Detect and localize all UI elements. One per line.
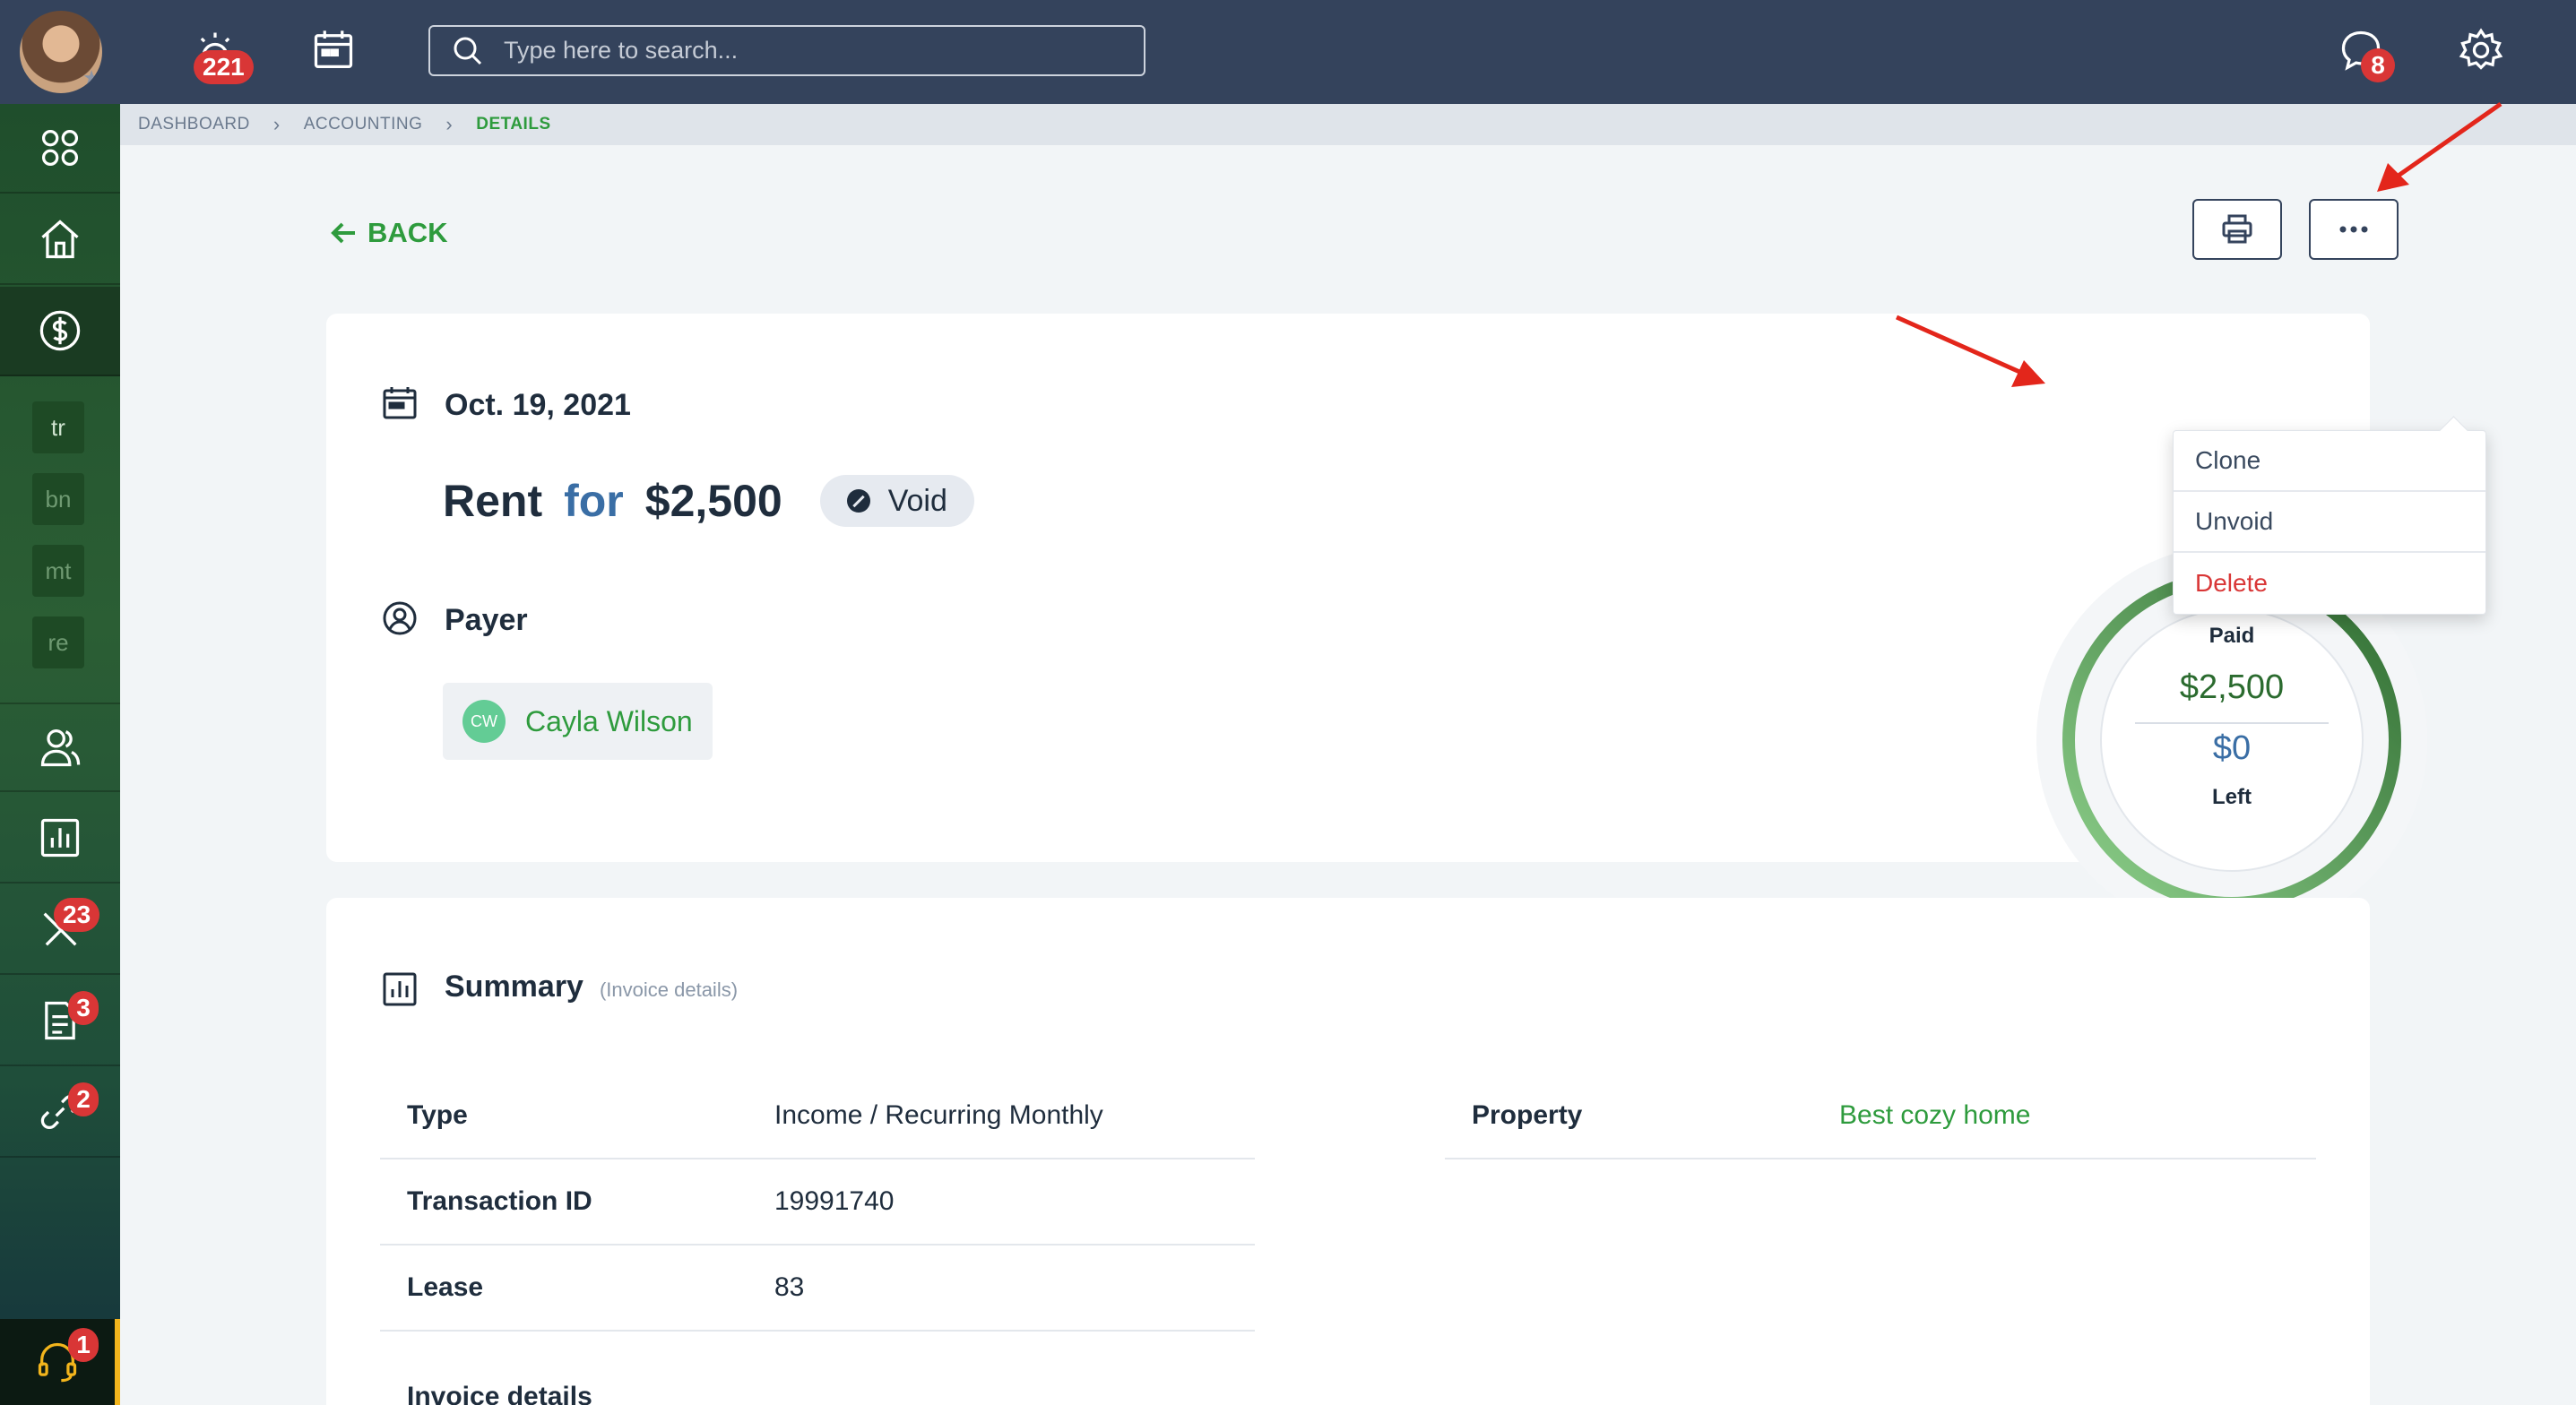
payer-label: Payer <box>445 603 528 637</box>
chevron-right-icon: › <box>445 113 454 135</box>
sidebar-item-links[interactable]: 2 <box>0 1068 120 1158</box>
breadcrumb: DASHBOARD › ACCOUNTING › DETAILS <box>120 104 2576 145</box>
sidebar-item-apps[interactable] <box>0 104 120 194</box>
top-bar: ★ 221 8 <box>0 0 2576 104</box>
summary-key: Lease <box>407 1272 484 1302</box>
back-button[interactable]: BACK <box>330 217 448 249</box>
printer-icon <box>2222 214 2252 244</box>
more-options-menu: Clone Unvoid Delete <box>2173 430 2486 615</box>
summary-row: Property Best cozy home <box>1445 1073 2316 1159</box>
users-icon <box>40 728 81 767</box>
payer-avatar: CW <box>462 700 506 743</box>
paid-label: Paid <box>2209 624 2255 648</box>
support-badge: 1 <box>68 1328 99 1362</box>
status-badge: Void <box>819 475 974 527</box>
property-link[interactable]: Best cozy home <box>1839 1100 2030 1131</box>
notifications-button[interactable]: 221 <box>188 23 254 84</box>
gear-icon <box>2459 28 2503 70</box>
dollar-circle-icon <box>39 310 81 351</box>
search-icon <box>454 37 482 65</box>
more-options-button[interactable] <box>2309 199 2399 260</box>
sidebar-chip-tr[interactable]: tr <box>32 401 84 453</box>
bar-chart-icon <box>40 818 80 858</box>
main-content: BACK Oct. 19, 2021 Rent for $2,500 Void … <box>120 145 2576 1405</box>
void-icon <box>846 489 870 513</box>
summary-subtitle: (Invoice details) <box>599 978 739 1001</box>
calendar-icon <box>380 384 419 427</box>
summary-key: Type <box>407 1100 468 1130</box>
sidebar-item-home[interactable] <box>0 195 120 285</box>
left-label: Left <box>2212 785 2252 809</box>
maintenance-badge: 23 <box>54 898 100 932</box>
breadcrumb-dashboard[interactable]: DASHBOARD <box>138 115 250 134</box>
home-icon <box>41 220 79 259</box>
sidebar-chip-mt[interactable]: mt <box>32 545 84 597</box>
transaction-amount: $2,500 <box>644 476 782 526</box>
sidebar-item-maintenance[interactable]: 23 <box>0 885 120 975</box>
breadcrumb-accounting[interactable]: ACCOUNTING <box>304 115 423 134</box>
left-amount: $0 <box>2212 729 2252 767</box>
arrow-left-icon <box>331 222 355 244</box>
sidebar: tr bn mt re 23 3 2 <box>0 104 120 1405</box>
chevron-right-icon: › <box>272 113 281 135</box>
summary-row: Lease 83 <box>380 1246 1255 1332</box>
breadcrumb-details: DETAILS <box>476 115 551 134</box>
transaction-card: Oct. 19, 2021 Rent for $2,500 Void Payer… <box>326 314 2427 935</box>
calendar-icon <box>314 30 353 69</box>
payer-chip[interactable]: CW Cayla Wilson <box>443 683 713 760</box>
paid-amount: $2,500 <box>2179 668 2285 706</box>
summary-title: Summary <box>445 970 583 1004</box>
menu-item-delete[interactable]: Delete <box>2174 553 2485 614</box>
transaction-date: Oct. 19, 2021 <box>445 388 631 422</box>
summary-row: Transaction ID 19991740 <box>380 1159 1255 1246</box>
for-word: for <box>564 476 624 526</box>
sidebar-item-people[interactable] <box>0 702 120 792</box>
sidebar-item-documents[interactable]: 3 <box>0 977 120 1066</box>
summary-value: Income / Recurring Monthly <box>774 1100 1103 1130</box>
summary-header: Summary (Invoice details) <box>380 970 738 1013</box>
calendar-button[interactable] <box>307 23 360 77</box>
sidebar-item-accounting[interactable] <box>0 287 120 376</box>
menu-item-clone[interactable]: Clone <box>2174 431 2485 492</box>
bar-chart-icon <box>380 970 419 1013</box>
print-button[interactable] <box>2192 199 2282 260</box>
pin-icon: ★ <box>82 66 100 89</box>
search-input[interactable] <box>504 37 1131 65</box>
summary-row: Type Income / Recurring Monthly <box>380 1073 1255 1159</box>
notifications-badge: 221 <box>194 50 254 84</box>
messages-badge: 8 <box>2361 48 2395 82</box>
date-row: Oct. 19, 2021 <box>380 384 631 427</box>
transaction-headline: Rent for $2,500 Void <box>443 475 974 527</box>
links-badge: 2 <box>68 1082 99 1116</box>
messages-button[interactable]: 8 <box>2334 23 2395 82</box>
summary-key: Transaction ID <box>407 1186 592 1216</box>
support-button[interactable]: 1 <box>0 1319 120 1405</box>
payer-row: Payer <box>380 599 528 642</box>
user-circle-icon <box>380 599 419 642</box>
sidebar-chip-re[interactable]: re <box>32 616 84 668</box>
documents-badge: 3 <box>68 991 99 1025</box>
sidebar-chip-bn[interactable]: bn <box>32 473 84 525</box>
back-label: BACK <box>367 217 448 248</box>
summary-value: 83 <box>774 1272 805 1302</box>
invoice-details-heading: Invoice details <box>407 1382 592 1405</box>
search-box[interactable] <box>428 25 1145 76</box>
summary-key: Property <box>1472 1100 1583 1130</box>
menu-item-unvoid[interactable]: Unvoid <box>2174 492 2485 553</box>
more-horizontal-icon <box>2339 226 2368 233</box>
summary-value: 19991740 <box>774 1186 895 1216</box>
sidebar-item-reports[interactable] <box>0 794 120 884</box>
status-label: Void <box>887 483 947 518</box>
payer-name[interactable]: Cayla Wilson <box>525 705 693 738</box>
donut-divider <box>2135 722 2329 724</box>
summary-card: Summary (Invoice details) Type Income / … <box>326 898 2370 1405</box>
transaction-category: Rent <box>443 476 543 526</box>
settings-button[interactable] <box>2454 23 2508 77</box>
user-avatar[interactable]: ★ <box>20 11 102 93</box>
apps-grid-icon <box>41 129 79 167</box>
